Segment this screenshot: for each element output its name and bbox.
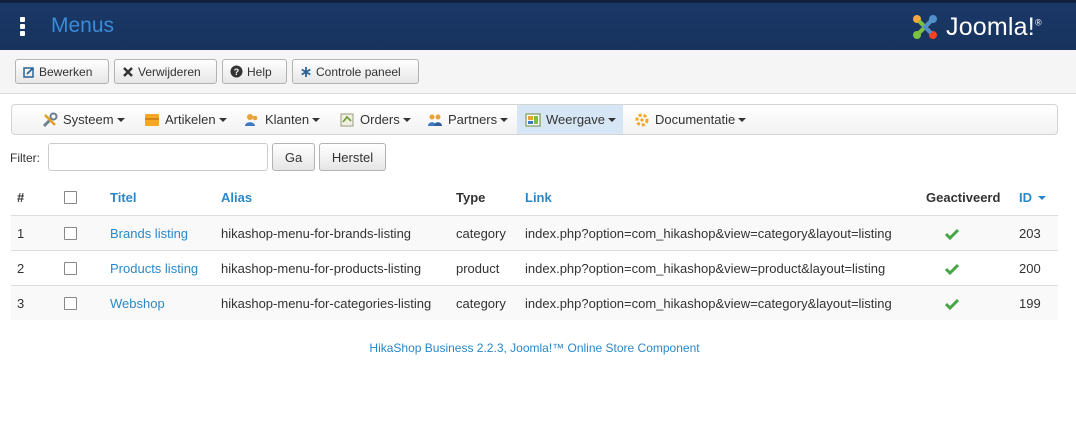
- caret-down-icon: [738, 117, 747, 122]
- caret-down-icon: [116, 117, 125, 122]
- caret-down-icon: [402, 117, 411, 122]
- nav-label-systeem: Systeem: [63, 112, 114, 127]
- header-id-label: ID: [1019, 190, 1032, 205]
- edit-icon: [23, 66, 35, 78]
- header-link[interactable]: Link: [525, 180, 552, 215]
- row-num: 1: [17, 226, 25, 241]
- row-num: 3: [17, 296, 25, 311]
- row-link: index.php?option=com_hikashop&view=categ…: [525, 226, 892, 241]
- control-panel-button[interactable]: Controle paneel: [292, 59, 419, 84]
- nav-label-orders: Orders: [360, 112, 400, 127]
- table-row: 2 Products listing hikashop-menu-for-pro…: [11, 250, 1058, 285]
- row-select[interactable]: [64, 216, 77, 251]
- filter-label: Filter:: [10, 151, 40, 165]
- sort-desc-icon: [1038, 195, 1046, 200]
- caret-down-icon: [608, 117, 617, 122]
- row-title-link[interactable]: Webshop: [110, 286, 165, 321]
- header-id[interactable]: ID: [1019, 180, 1046, 215]
- orders-icon: [339, 112, 355, 128]
- row-checkbox[interactable]: [64, 297, 77, 310]
- help-label: Help: [247, 64, 272, 79]
- footer-text[interactable]: HikaShop Business 2.2.3, Joomla!™ Online…: [369, 341, 699, 355]
- nav-item-klanten[interactable]: Klanten: [236, 105, 328, 134]
- close-icon: [122, 66, 134, 78]
- row-alias: hikashop-menu-for-products-listing: [221, 261, 422, 276]
- row-id: 200: [1019, 261, 1041, 276]
- reset-button[interactable]: Herstel: [319, 143, 386, 171]
- header-alias[interactable]: Alias: [221, 180, 252, 215]
- nav-label-documentatie: Documentatie: [655, 112, 736, 127]
- row-type: category: [456, 226, 506, 241]
- row-link: index.php?option=com_hikashop&view=produ…: [525, 261, 886, 276]
- row-checkbox[interactable]: [64, 227, 77, 240]
- help-button[interactable]: ? Help: [222, 59, 287, 84]
- row-id: 199: [1019, 296, 1041, 311]
- toolbar: Bewerken Verwijderen ? Help Controle pan…: [0, 50, 1076, 94]
- table-row: 1 Brands listing hikashop-menu-for-brand…: [11, 215, 1058, 250]
- nav-item-partners[interactable]: Partners: [419, 105, 516, 134]
- component-submenu: Systeem Artikelen Klanten Orders Partner…: [11, 104, 1058, 135]
- menu-toggle-icon[interactable]: [20, 17, 26, 37]
- partners-icon: [427, 112, 443, 128]
- edit-button[interactable]: Bewerken: [15, 59, 109, 84]
- nav-label-partners: Partners: [448, 112, 498, 127]
- check-icon[interactable]: [945, 216, 959, 251]
- users-icon: [244, 112, 260, 128]
- check-icon[interactable]: [945, 286, 959, 321]
- caret-down-icon: [500, 117, 509, 122]
- row-num: 2: [17, 261, 25, 276]
- nav-item-documentatie[interactable]: Documentatie: [626, 105, 754, 134]
- nav-item-systeem[interactable]: Systeem: [34, 105, 133, 134]
- header-activated: Geactiveerd: [926, 190, 1001, 205]
- edit-label: Bewerken: [39, 64, 93, 79]
- joomla-logo-icon: [913, 15, 937, 39]
- nav-item-weergave[interactable]: Weergave: [517, 105, 623, 134]
- row-select[interactable]: [64, 286, 77, 321]
- top-header: Menus Joomla!®: [0, 0, 1076, 50]
- row-title-link[interactable]: Brands listing: [110, 216, 188, 251]
- help-icon: ?: [230, 65, 243, 78]
- nav-label-artikelen: Artikelen: [165, 112, 216, 127]
- table-row: 3 Webshop hikashop-menu-for-categories-l…: [11, 285, 1058, 320]
- nav-item-artikelen[interactable]: Artikelen: [136, 105, 235, 134]
- header-type: Type: [456, 190, 486, 205]
- delete-button[interactable]: Verwijderen: [114, 59, 217, 84]
- caret-down-icon: [312, 117, 321, 122]
- check-icon[interactable]: [945, 251, 959, 286]
- display-icon: [525, 112, 541, 128]
- joomla-logo: Joomla!®: [908, 9, 1042, 45]
- select-all-checkbox[interactable]: [64, 191, 77, 204]
- table-header-row: # Titel Alias Type Link Geactiveerd ID: [11, 180, 1058, 215]
- row-select[interactable]: [64, 251, 77, 286]
- row-type: category: [456, 296, 506, 311]
- row-title-link[interactable]: Products listing: [110, 251, 198, 286]
- nav-label-klanten: Klanten: [265, 112, 310, 127]
- nav-label-weergave: Weergave: [546, 112, 606, 127]
- control-panel-label: Controle paneel: [316, 64, 401, 79]
- box-icon: [144, 112, 160, 128]
- row-link: index.php?option=com_hikashop&view=categ…: [525, 296, 892, 311]
- header-title[interactable]: Titel: [110, 180, 137, 215]
- page-title: Menus: [51, 14, 115, 37]
- nav-item-orders[interactable]: Orders: [331, 105, 419, 134]
- filter-input[interactable]: [48, 143, 268, 171]
- row-alias: hikashop-menu-for-brands-listing: [221, 226, 412, 241]
- row-id: 203: [1019, 226, 1041, 241]
- go-button[interactable]: Ga: [272, 143, 315, 171]
- logo-text: Joomla!®: [946, 12, 1042, 41]
- row-checkbox[interactable]: [64, 262, 77, 275]
- header-num: #: [17, 190, 25, 205]
- docs-icon: [634, 112, 650, 128]
- delete-label: Verwijderen: [138, 64, 201, 79]
- caret-down-icon: [218, 117, 227, 122]
- svg-text:?: ?: [234, 67, 240, 77]
- tools-icon: [42, 112, 58, 128]
- asterisk-icon: [300, 66, 312, 78]
- footer-credit[interactable]: HikaShop Business 2.2.3, Joomla!™ Online…: [0, 341, 1069, 355]
- header-select-all[interactable]: [64, 180, 77, 215]
- row-type: product: [456, 261, 500, 276]
- row-alias: hikashop-menu-for-categories-listing: [221, 296, 432, 311]
- menus-table: # Titel Alias Type Link Geactiveerd ID 1…: [11, 180, 1058, 320]
